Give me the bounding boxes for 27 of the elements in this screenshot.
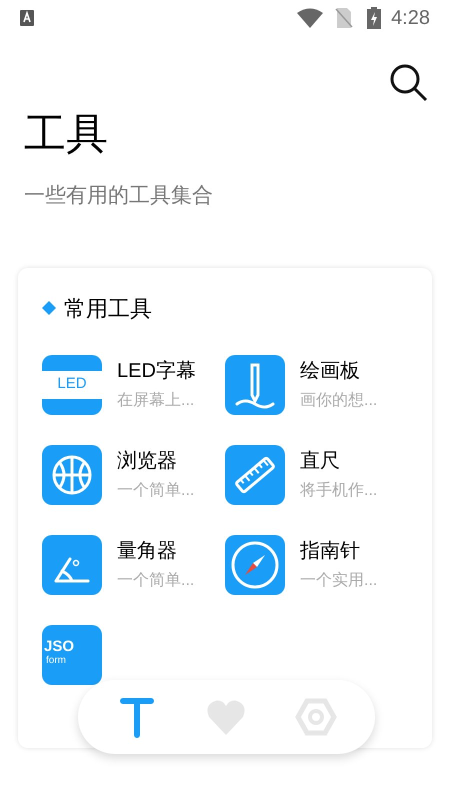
tool-name[interactable]: 指南针 [300,538,378,564]
globe-app-icon[interactable] [42,444,102,504]
tool-name[interactable]: 直尺 [300,448,378,474]
battery-charging-icon [367,7,382,29]
diamond-icon [42,301,56,315]
tool-name[interactable]: LED字幕 [117,358,196,384]
notification-icon [20,10,34,26]
tool-description: 一个简单... [117,480,194,500]
tool-name[interactable]: 量角器 [117,538,194,564]
tool-description: 一个实用... [300,570,378,590]
status-time: 4:28 [391,6,430,31]
wifi-icon [297,8,324,28]
tool-description: 画你的想... [300,390,378,410]
search-icon[interactable] [390,64,428,102]
compass-app-icon[interactable] [225,534,285,594]
page-title: 工具 [24,109,108,159]
no-sim-icon [335,8,354,28]
pencil-app-icon[interactable] [225,354,285,414]
protractor-app-icon[interactable] [42,534,102,594]
tool-description: 一个简单... [117,570,194,590]
page-subtitle: 一些有用的工具集合 [24,183,213,209]
ruler-app-icon[interactable] [225,444,285,504]
tool-description: 在屏幕上... [117,390,196,410]
tool-name[interactable]: 绘画板 [300,358,378,384]
tool-name[interactable]: 浏览器 [117,448,194,474]
tool-description: 将手机作... [300,480,378,500]
section-title: 常用工具 [64,294,152,322]
